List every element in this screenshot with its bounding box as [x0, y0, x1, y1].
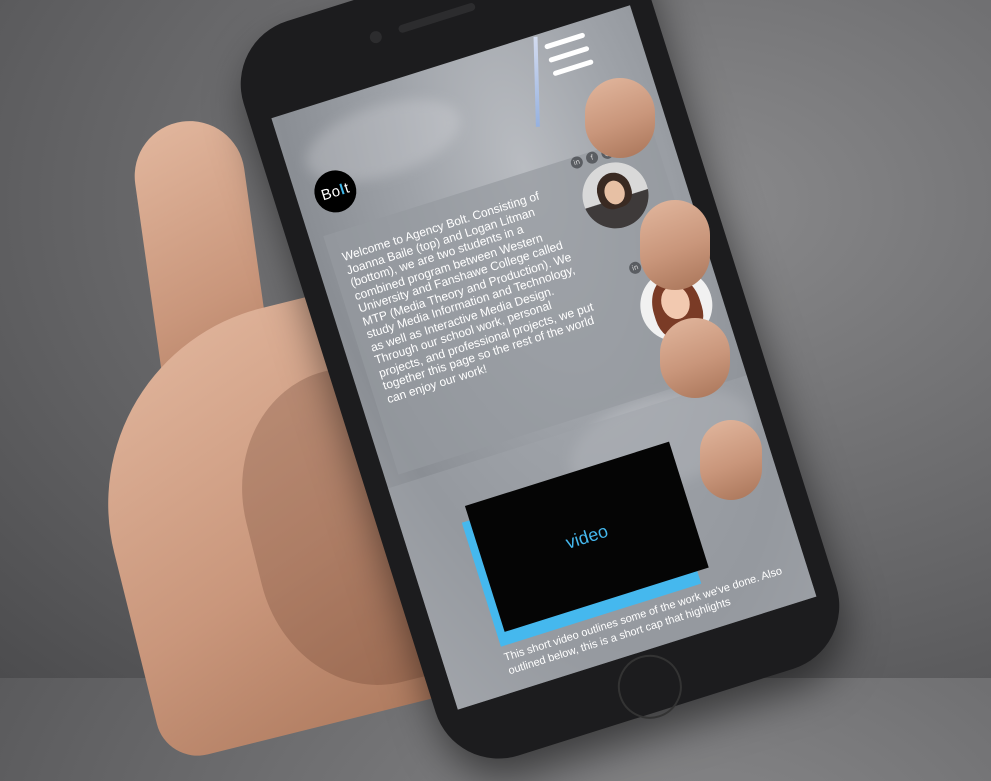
- finger: [640, 200, 710, 290]
- hamburger-menu-icon[interactable]: [542, 26, 598, 83]
- home-button[interactable]: [609, 646, 691, 727]
- video-label: video: [563, 520, 611, 553]
- finger: [660, 318, 730, 398]
- facebook-icon[interactable]: f: [584, 150, 600, 166]
- finger: [700, 420, 762, 500]
- front-camera: [368, 29, 384, 45]
- linkedin-icon[interactable]: in: [569, 154, 585, 171]
- earpiece: [397, 2, 477, 34]
- finger: [585, 78, 655, 158]
- lightning-bolt: [533, 36, 540, 127]
- intro-text: Welcome to Agency Bolt. Consisting of Jo…: [340, 188, 596, 406]
